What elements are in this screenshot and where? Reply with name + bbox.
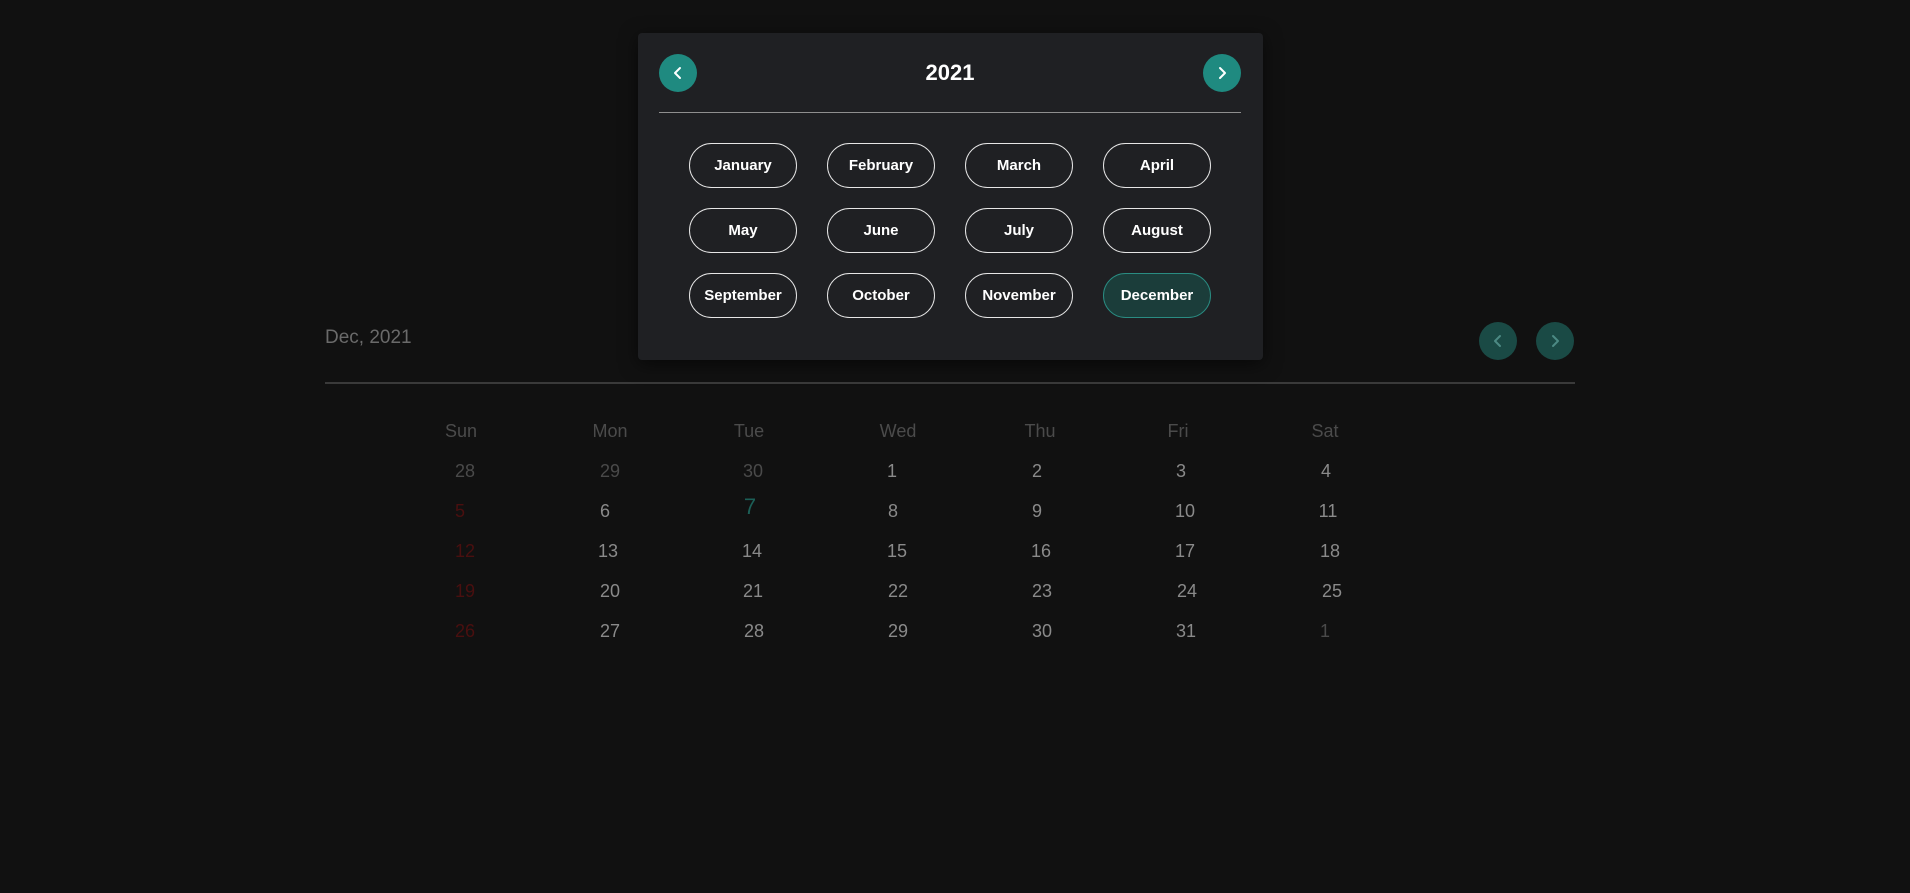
- day-cell[interactable]: 12: [430, 536, 500, 566]
- calendar-month-title[interactable]: Dec, 2021: [325, 327, 412, 349]
- week-row: 5 6 7 8 9 10 11: [325, 494, 1575, 526]
- month-august-button[interactable]: August: [1103, 208, 1211, 253]
- month-may-button[interactable]: May: [689, 208, 797, 253]
- day-cell[interactable]: 28: [430, 456, 500, 486]
- day-cell[interactable]: 26: [430, 616, 500, 646]
- calendar-prev-button[interactable]: [1479, 322, 1517, 360]
- month-september-button[interactable]: September: [689, 273, 797, 318]
- day-cell[interactable]: 29: [863, 616, 933, 646]
- month-october-button[interactable]: October: [827, 273, 935, 318]
- month-november-button[interactable]: November: [965, 273, 1073, 318]
- month-february-button[interactable]: February: [827, 143, 935, 188]
- day-cell[interactable]: 25: [1297, 576, 1367, 606]
- month-picker-popup: 2021 January February March April May Ju…: [638, 33, 1263, 360]
- day-cell[interactable]: 9: [1002, 496, 1072, 526]
- month-january-button[interactable]: January: [689, 143, 797, 188]
- day-cell[interactable]: 20: [575, 576, 645, 606]
- day-cell[interactable]: 1: [1290, 616, 1360, 646]
- day-cell[interactable]: 8: [858, 496, 928, 526]
- month-april-button[interactable]: April: [1103, 143, 1211, 188]
- picker-year-label: 2021: [925, 60, 975, 85]
- day-cell[interactable]: 28: [719, 616, 789, 646]
- day-cell[interactable]: 13: [573, 536, 643, 566]
- day-cell[interactable]: 17: [1150, 536, 1220, 566]
- day-cell[interactable]: 27: [575, 616, 645, 646]
- day-cell[interactable]: 23: [1007, 576, 1077, 606]
- weekday-mon: Mon: [592, 421, 628, 441]
- day-cell[interactable]: 10: [1150, 496, 1220, 526]
- week-row: 26 27 28 29 30 31 1: [325, 616, 1575, 646]
- month-december-button[interactable]: December: [1103, 273, 1211, 318]
- weekday-fri: Fri: [1167, 421, 1189, 441]
- day-cell[interactable]: 29: [575, 456, 645, 486]
- day-cell[interactable]: 30: [718, 456, 788, 486]
- month-march-button[interactable]: March: [965, 143, 1073, 188]
- day-cell[interactable]: 16: [1006, 536, 1076, 566]
- week-row: 12 13 14 15 16 17 18: [325, 536, 1575, 566]
- day-cell[interactable]: 19: [430, 576, 500, 606]
- weekday-sat: Sat: [1311, 421, 1339, 441]
- weekday-thu: Thu: [1024, 421, 1056, 441]
- weekday-sun: Sun: [444, 421, 478, 441]
- next-year-button[interactable]: [1203, 54, 1241, 92]
- day-cell[interactable]: 5: [425, 496, 495, 526]
- day-cell[interactable]: 4: [1291, 456, 1361, 486]
- weekday-wed: Wed: [879, 421, 917, 441]
- app-root: Dec, 2021 Sun Mon Tue Wed Thu Fri Sat 28…: [0, 0, 1910, 893]
- day-cell[interactable]: 11: [1293, 496, 1363, 526]
- weekday-tue: Tue: [733, 421, 765, 441]
- month-june-button[interactable]: June: [827, 208, 935, 253]
- month-july-button[interactable]: July: [965, 208, 1073, 253]
- day-cell[interactable]: 18: [1295, 536, 1365, 566]
- calendar-next-button[interactable]: [1536, 322, 1574, 360]
- day-cell[interactable]: 2: [1002, 456, 1072, 486]
- chevron-right-icon: [1552, 335, 1559, 347]
- day-cell[interactable]: 24: [1152, 576, 1222, 606]
- week-row: 28 29 30 1 2 3 4: [325, 456, 1575, 486]
- day-cell[interactable]: 22: [863, 576, 933, 606]
- day-cell[interactable]: 3: [1146, 456, 1216, 486]
- weekday-row: Sun Mon Tue Wed Thu Fri Sat: [325, 416, 1575, 446]
- day-cell[interactable]: 30: [1007, 616, 1077, 646]
- day-cell[interactable]: 14: [717, 536, 787, 566]
- day-cell[interactable]: 15: [862, 536, 932, 566]
- chevron-left-icon: [1494, 335, 1501, 347]
- day-cell[interactable]: 21: [718, 576, 788, 606]
- day-cell[interactable]: 1: [857, 456, 927, 486]
- day-cell[interactable]: 6: [570, 496, 640, 526]
- day-cell[interactable]: 31: [1151, 616, 1221, 646]
- day-cell-today[interactable]: 7: [715, 492, 785, 522]
- chevron-right-icon: [1219, 67, 1226, 79]
- week-row: 19 20 21 22 23 24 25: [325, 576, 1575, 606]
- month-picker-header: 2021: [659, 54, 1241, 113]
